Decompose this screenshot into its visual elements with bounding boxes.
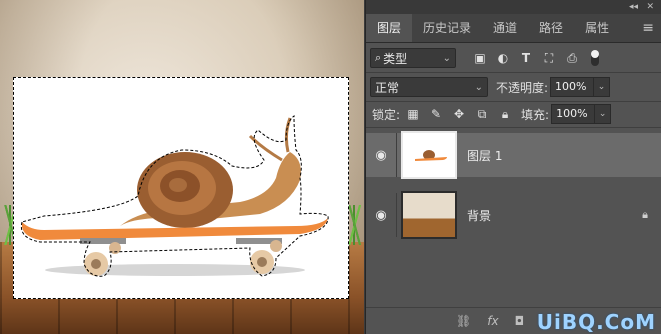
- selection-marquee[interactable]: [13, 77, 349, 299]
- layer-row-background[interactable]: ◉ 背景 🔒︎: [366, 191, 661, 239]
- layer-thumbnail: [401, 131, 457, 179]
- layer-divider: [396, 193, 397, 237]
- shape-filter-icon[interactable]: ⛶: [539, 48, 559, 68]
- panel-menu-icon[interactable]: ≡: [634, 14, 661, 42]
- chevron-down-icon: ⌄: [442, 52, 451, 64]
- lock-label: 锁定:: [372, 107, 401, 122]
- blend-mode-select[interactable]: 正常 ⌄: [370, 77, 488, 97]
- opacity-input[interactable]: 100%: [550, 77, 595, 97]
- toggle-icon[interactable]: [585, 48, 605, 68]
- lock-all-icon[interactable]: 🔒︎: [495, 104, 515, 124]
- separator: [366, 72, 661, 73]
- lock-artboard-icon[interactable]: ⧉: [472, 104, 492, 124]
- fill-input[interactable]: 100%: [551, 104, 596, 124]
- tab-channels[interactable]: 通道: [482, 14, 528, 42]
- fill-dropdown-icon[interactable]: ⌄: [595, 104, 612, 124]
- tab-history[interactable]: 历史记录: [412, 14, 482, 42]
- collapse-panel-icon[interactable]: ◂◂: [629, 0, 638, 14]
- image-filter-icon[interactable]: ▣: [470, 48, 490, 68]
- panel-tabs: 图层 历史记录 通道 路径 属性 ≡: [366, 14, 661, 43]
- document-canvas[interactable]: [0, 0, 364, 334]
- smart-object-filter-icon[interactable]: ⎙: [562, 48, 582, 68]
- tab-properties[interactable]: 属性: [574, 14, 620, 42]
- filter-kind-select[interactable]: ⌕ 类型 ⌄: [370, 48, 456, 68]
- opacity-dropdown-icon[interactable]: ⌄: [594, 77, 611, 97]
- lock-icon: 🔒︎: [642, 208, 648, 221]
- eye-icon[interactable]: ◉: [366, 208, 396, 223]
- close-panel-icon[interactable]: ✕: [646, 0, 654, 14]
- layer-divider: [396, 133, 397, 177]
- filter-kind-value: 类型: [383, 51, 408, 66]
- type-filter-icon[interactable]: T: [516, 48, 536, 68]
- layer-name[interactable]: 背景: [467, 207, 491, 224]
- separator: [366, 101, 661, 102]
- filter-row: ⌕ 类型 ⌄ ▣ ◐ T ⛶ ⎙: [370, 48, 661, 68]
- blend-row: 正常 ⌄ 不透明度: 100% ⌄: [370, 77, 661, 97]
- lock-pixels-icon[interactable]: ▦: [403, 104, 423, 124]
- blend-mode-value: 正常: [375, 80, 400, 95]
- fill-label: 填充:: [521, 107, 550, 122]
- search-icon: ⌕: [375, 51, 382, 64]
- fx-icon[interactable]: fx: [487, 314, 498, 328]
- lock-paint-icon[interactable]: ✎: [426, 104, 446, 124]
- mask-icon[interactable]: ◘: [515, 314, 525, 328]
- separator: [366, 127, 661, 128]
- layer-row-layer1[interactable]: ◉ 图层 1: [366, 131, 661, 179]
- tab-paths[interactable]: 路径: [528, 14, 574, 42]
- eye-icon[interactable]: ◉: [366, 148, 396, 163]
- adjustment-filter-icon[interactable]: ◐: [493, 48, 513, 68]
- lock-move-icon[interactable]: ✥: [449, 104, 469, 124]
- panel-top-strip: ◂◂ ✕: [366, 0, 661, 14]
- tab-layers[interactable]: 图层: [366, 14, 413, 42]
- watermark-text: UiBQ.CoM: [536, 310, 656, 334]
- chevron-down-icon: ⌄: [474, 81, 483, 93]
- lock-row: 锁定: ▦ ✎ ✥ ⧉ 🔒︎ 填充: 100% ⌄: [372, 104, 661, 124]
- opacity-label: 不透明度:: [496, 80, 549, 95]
- layer-thumbnail-art: [403, 133, 455, 177]
- link-icon[interactable]: ⛓: [456, 314, 471, 328]
- layer-thumbnail: [401, 191, 457, 239]
- layers-panel: ◂◂ ✕ 图层 历史记录 通道 路径 属性 ≡ ⌕ 类型 ⌄ ▣ ◐ T ⛶ ⎙…: [365, 0, 661, 334]
- layer-name[interactable]: 图层 1: [467, 147, 502, 164]
